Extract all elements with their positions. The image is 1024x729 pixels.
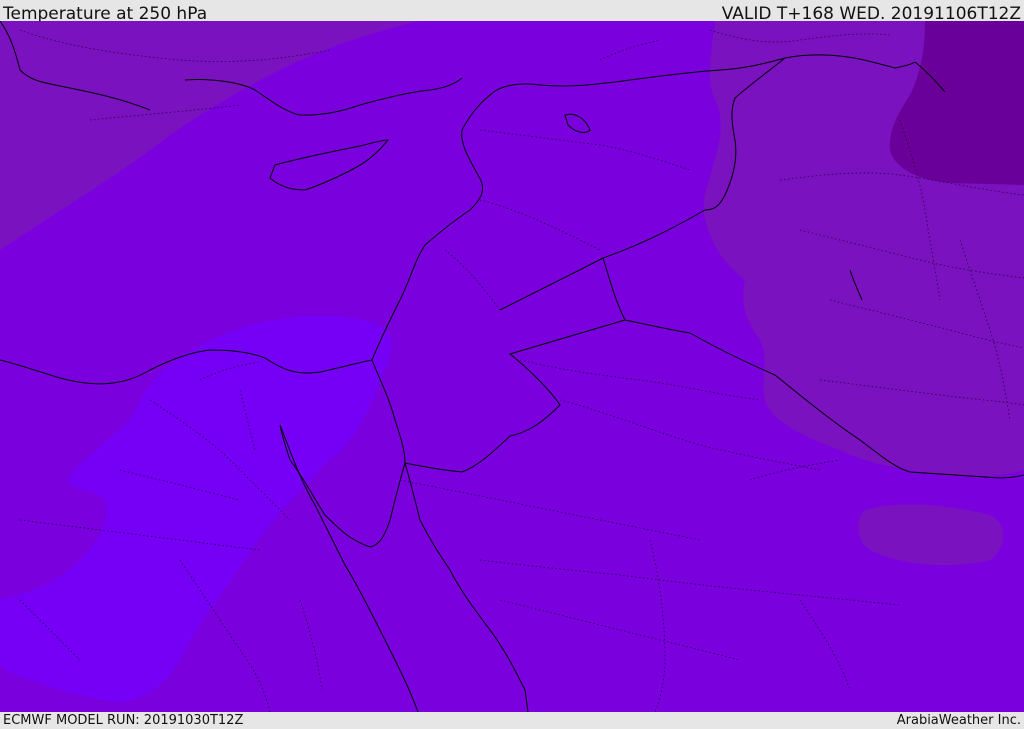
temperature-map[interactable] [0,21,1024,712]
map-header: Temperature at 250 hPa VALID T+168 WED. … [0,0,1024,21]
valid-time: VALID T+168 WED. 20191106T12Z [721,4,1021,21]
map-footer: ECMWF MODEL RUN: 20191030T12Z ArabiaWeat… [0,712,1024,729]
credit-label: ArabiaWeather Inc. [896,713,1021,728]
map-canvas [0,21,1024,712]
model-run-label: ECMWF MODEL RUN: 20191030T12Z [3,713,244,728]
map-title: Temperature at 250 hPa [3,4,208,21]
